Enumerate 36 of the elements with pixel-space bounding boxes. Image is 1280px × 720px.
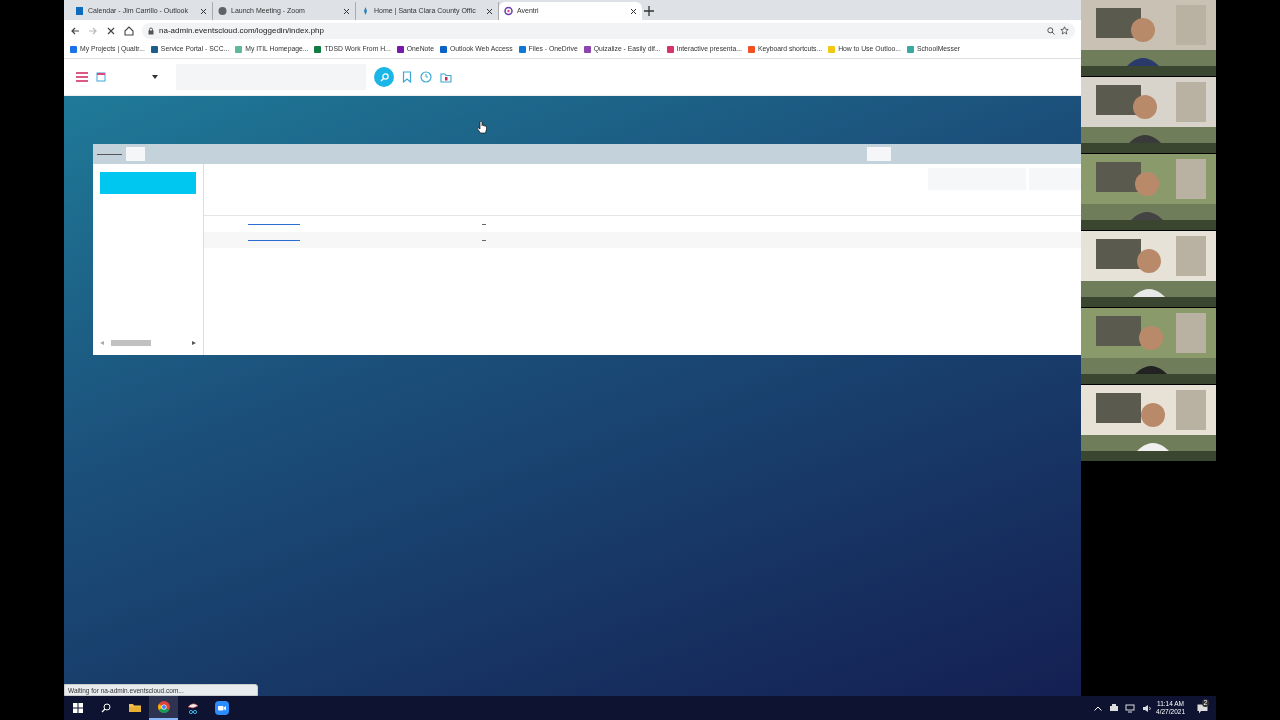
home-icon[interactable]: [124, 25, 134, 36]
close-icon[interactable]: [630, 7, 637, 15]
chrome-icon: [156, 700, 171, 714]
chevron-up-icon[interactable]: [1094, 705, 1103, 711]
taskbar-app[interactable]: [149, 696, 178, 720]
globe-icon: [218, 6, 227, 16]
address-field[interactable]: na-admin.eventscloud.com/loggedin/index.php: [142, 22, 1075, 39]
windows-start-icon[interactable]: [73, 703, 83, 713]
scrollbar[interactable]: [100, 339, 196, 347]
menu-icon[interactable]: [76, 72, 88, 82]
placeholder-dash: [482, 223, 486, 225]
cursor-icon: [477, 121, 487, 134]
zoom-icon[interactable]: [1047, 26, 1055, 35]
bookmark-icon[interactable]: [402, 71, 412, 83]
star-icon[interactable]: [1060, 26, 1069, 35]
close-icon[interactable]: [200, 7, 207, 15]
network-icon[interactable]: [1125, 703, 1136, 713]
folder-icon: [127, 701, 142, 715]
battery-icon[interactable]: [1109, 704, 1120, 712]
video-camera-icon: [214, 701, 229, 715]
caret-icon[interactable]: [152, 75, 158, 79]
placeholder-link[interactable]: [248, 239, 300, 241]
scroll-right-icon[interactable]: [192, 341, 196, 345]
close-icon[interactable]: [343, 7, 350, 15]
back-icon[interactable]: [70, 25, 80, 36]
stop-icon[interactable]: [106, 25, 116, 36]
folder-icon[interactable]: [440, 71, 452, 83]
placeholder-dash: [482, 239, 486, 241]
volume-icon[interactable]: [1142, 703, 1153, 713]
placeholder-link[interactable]: [248, 223, 300, 225]
search-icon: [379, 72, 389, 82]
clock-icon[interactable]: [420, 71, 432, 83]
notification-icon: [1197, 703, 1208, 714]
close-icon[interactable]: [486, 7, 493, 15]
lock-icon: [148, 26, 154, 35]
search-icon[interactable]: [101, 703, 111, 713]
